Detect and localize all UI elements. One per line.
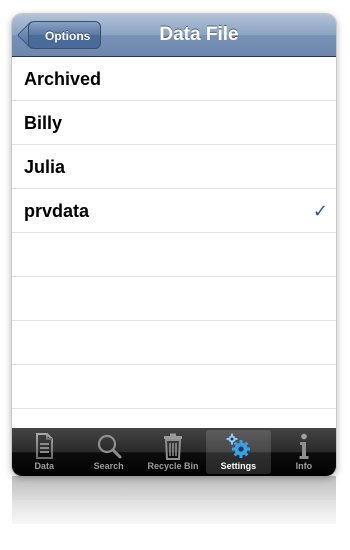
empty-row (12, 365, 336, 409)
tab-recycle-bin[interactable]: Recycle Bin (141, 428, 205, 476)
tab-data-label: Data (34, 461, 54, 471)
document-icon (36, 433, 54, 459)
tab-recycle-bin-label: Recycle Bin (147, 461, 199, 471)
reflection-content (12, 476, 336, 524)
search-icon (97, 434, 122, 459)
trash-icon (164, 433, 183, 460)
checkmark-icon: ✓ (312, 201, 328, 221)
empty-row (12, 277, 336, 321)
list-item-label: Billy (24, 113, 63, 133)
phone-screen: Options Data File Archived Billy Julia p… (12, 14, 336, 476)
info-icon (299, 433, 309, 459)
tab-bar: Data Search Recycle Bin Settings Info (12, 428, 336, 476)
options-back-label: Options (45, 29, 91, 43)
list-item-label: prvdata (24, 201, 90, 221)
list-item-label: Archived (24, 69, 102, 89)
gear-icon (226, 433, 251, 458)
empty-row (12, 233, 336, 277)
reflection-fade (12, 476, 336, 536)
tab-data[interactable]: Data (12, 428, 76, 476)
navigation-bar: Options Data File (12, 14, 336, 57)
tab-settings[interactable]: Settings (206, 430, 271, 474)
list-item-julia[interactable]: Julia (12, 145, 336, 189)
list-item-label: Julia (24, 157, 66, 177)
data-file-list: Archived Billy Julia prvdata ✓ (12, 57, 336, 430)
options-back-button[interactable]: Options (28, 21, 102, 49)
tab-info[interactable]: Info (272, 428, 336, 476)
empty-row (12, 321, 336, 365)
tab-info-label: Info (295, 461, 313, 471)
list-item-billy[interactable]: Billy (12, 101, 336, 145)
tab-bar-reflection (12, 476, 336, 536)
list-item-archived[interactable]: Archived (12, 57, 336, 101)
list-item-prvdata[interactable]: prvdata ✓ (12, 189, 336, 233)
tab-settings-label: Settings (220, 461, 257, 471)
tab-search[interactable]: Search (76, 428, 140, 476)
tab-search-label: Search (93, 461, 124, 471)
app-stage: Options Data File Archived Billy Julia p… (0, 0, 350, 550)
